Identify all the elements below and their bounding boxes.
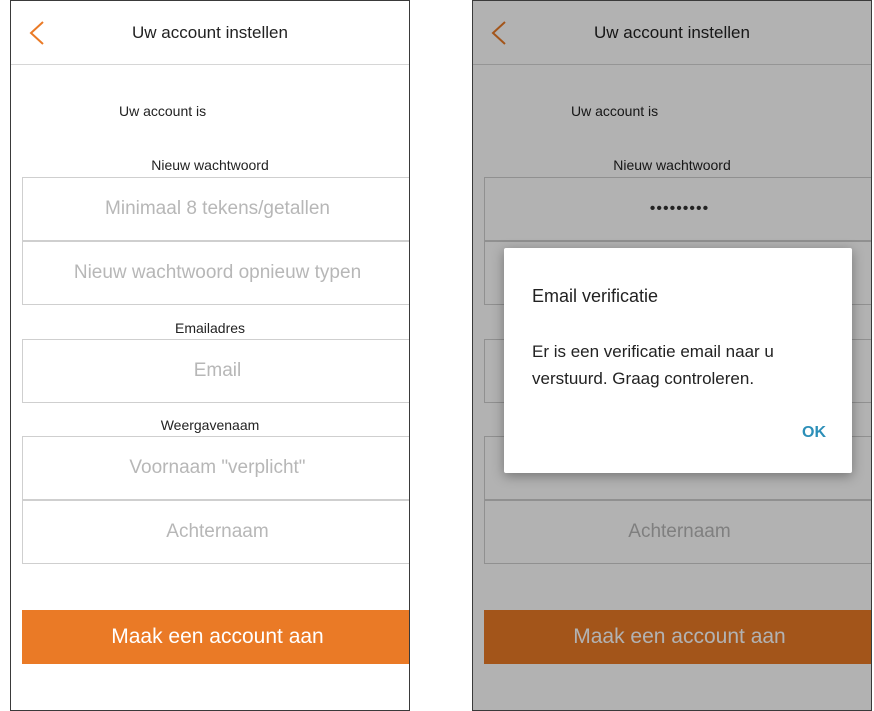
password-section-label: Nieuw wachtwoord [151,157,269,173]
last-name-input[interactable]: Achternaam [22,500,409,564]
account-status-label: Uw account is [119,103,207,119]
first-name-input[interactable]: Voornaam "verplicht" [22,436,409,500]
left-screen: Uw account instellen Uw account is Nieuw… [10,0,410,711]
right-screen: Uw account instellen Uw account is Nieuw… [472,0,872,711]
email-verification-dialog: Email verificatie Er is een verificatie … [504,248,852,473]
display-name-section-label: Weergavenaam [160,417,260,433]
new-password-input[interactable]: Minimaal 8 tekens/getallen [22,177,409,241]
dialog-title: Email verificatie [532,286,659,306]
ok-button[interactable]: OK [802,424,826,442]
email-section-label: Emailadres [174,320,246,336]
create-account-button[interactable]: Maak een account aan [22,610,409,664]
email-input[interactable]: Email [22,339,409,403]
page-title: Uw account instellen [132,23,288,42]
dialog-message: Er is een verificatie email naar u verst… [532,342,774,388]
header: Uw account instellen [11,1,409,65]
repeat-password-input[interactable]: Nieuw wachtwoord opnieuw typen [22,241,409,305]
